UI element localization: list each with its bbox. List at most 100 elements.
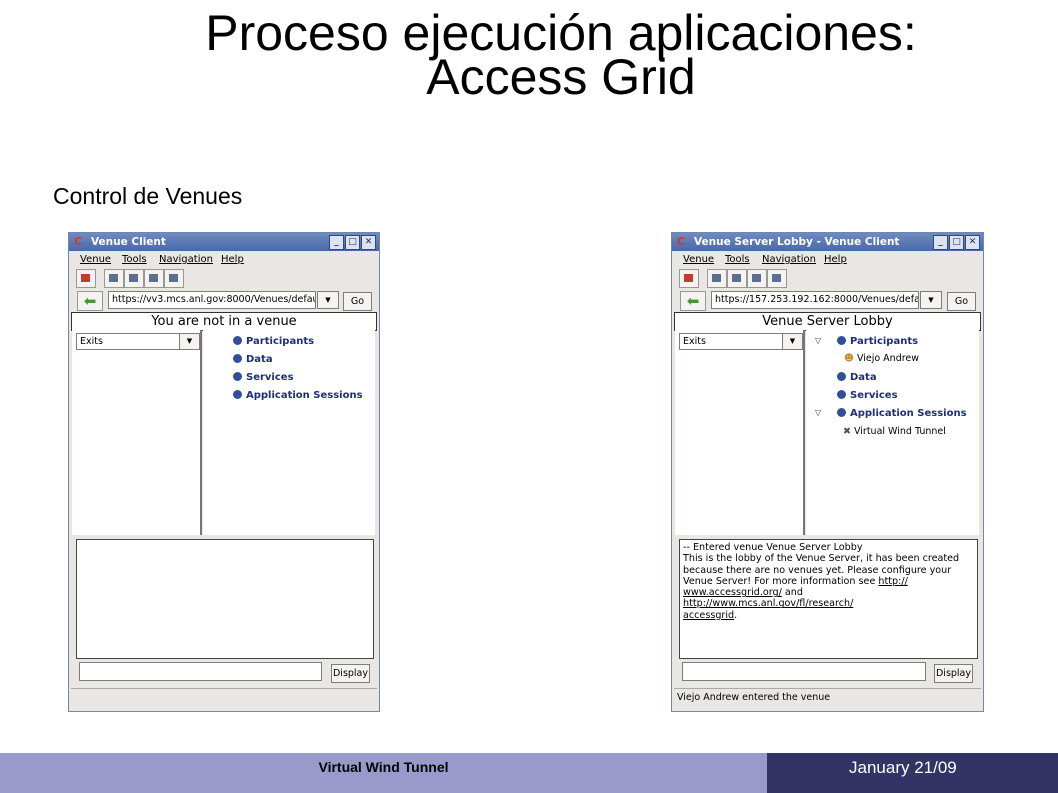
venue-url-input[interactable]: https://vv3.mcs.anl.gov:8000/Venues/defa…	[108, 291, 316, 309]
exits-dropdown-button[interactable]: ▼	[179, 333, 200, 350]
app-icon: C	[677, 235, 686, 248]
tree-participants[interactable]: Participants	[837, 336, 918, 347]
data-icon	[233, 354, 242, 363]
accessgrid-link-part1[interactable]: http://	[878, 576, 907, 587]
url-row: ⬅ https://vv3.mcs.anl.gov:8000/Venues/de…	[69, 289, 379, 311]
tree-data-label: Data	[850, 372, 877, 383]
venue-client-window: C Venue Client _ □ ✕ Venue Tools Navigat…	[68, 232, 380, 712]
display-button[interactable]: Display	[331, 664, 370, 683]
toolbar	[672, 268, 983, 288]
venue-tree-pane: ▽ Participants ☻ Viejo Andrew Data Servi…	[806, 330, 979, 535]
slide-subtitle: Control de Venues	[53, 183, 243, 209]
venue-server-lobby-window: C Venue Server Lobby - Venue Client _ □ …	[671, 232, 984, 712]
menu-venue[interactable]: Venue	[683, 254, 714, 265]
mcs-link-part1[interactable]: http://www.mcs.anl.gov/fl/research/	[683, 598, 853, 609]
close-button[interactable]: ✕	[361, 235, 376, 250]
exits-combo[interactable]: Exits	[76, 333, 181, 350]
window-titlebar[interactable]: C Venue Client _ □ ✕	[69, 233, 379, 251]
venue-url-input[interactable]: https://157.253.192.162:8000/Venues/defa	[711, 291, 919, 309]
tools-icon[interactable]	[767, 269, 787, 288]
expand-application-sessions-icon[interactable]: ▽	[815, 408, 821, 417]
url-dropdown-button[interactable]: ▼	[317, 291, 339, 309]
network-icon[interactable]	[144, 269, 164, 288]
tree-application-sessions-label: Application Sessions	[246, 390, 363, 401]
wrench-screwdriver-icon: ✖	[843, 426, 851, 437]
log-and: and	[781, 587, 803, 599]
tree-participants-label: Participants	[246, 336, 315, 347]
close-button[interactable]: ✕	[965, 235, 980, 250]
tree-data[interactable]: Data	[233, 354, 273, 365]
server-icon[interactable]	[727, 269, 747, 288]
go-button[interactable]: Go	[947, 292, 976, 311]
tree-services[interactable]: Services	[233, 372, 294, 383]
footer-title: Virtual Wind Tunnel	[318, 759, 449, 775]
tree-services-label: Services	[246, 372, 294, 383]
chat-input[interactable]	[682, 662, 926, 681]
tree-application-sessions[interactable]: Application Sessions	[233, 390, 363, 401]
minimize-button[interactable]: _	[329, 235, 344, 250]
tree-data[interactable]: Data	[837, 372, 877, 383]
status-bar	[71, 688, 377, 706]
venue-name-label: Venue Server Lobby	[674, 312, 981, 331]
accessgrid-link-part2[interactable]: www.accessgrid.org/	[683, 587, 782, 598]
menu-venue[interactable]: Venue	[80, 254, 111, 265]
menu-help[interactable]: Help	[824, 254, 847, 265]
venue-name-label: You are not in a venue	[71, 312, 377, 331]
exit-venue-icon[interactable]	[76, 269, 96, 288]
maximize-button[interactable]: □	[949, 235, 964, 250]
participants-icon	[837, 336, 846, 345]
menu-navigation[interactable]: Navigation	[762, 254, 816, 265]
server-icon[interactable]	[124, 269, 144, 288]
copy-icon[interactable]	[104, 269, 124, 288]
display-button[interactable]: Display	[934, 664, 973, 683]
exits-combo[interactable]: Exits	[679, 333, 784, 350]
services-icon	[233, 372, 242, 381]
tree-services[interactable]: Services	[837, 390, 898, 401]
back-arrow-icon[interactable]: ⬅	[680, 291, 706, 311]
participant-name: Viejo Andrew	[856, 353, 920, 364]
app-icon: C	[74, 235, 83, 248]
tools-icon[interactable]	[164, 269, 184, 288]
chat-log[interactable]: -- Entered venue Venue Server Lobby This…	[679, 539, 978, 659]
menubar: Venue Tools Navigation Help	[69, 252, 379, 268]
application-sessions-icon	[233, 390, 242, 399]
application-sessions-icon	[837, 408, 846, 417]
chat-log[interactable]	[76, 539, 374, 659]
application-item[interactable]: ✖ Virtual Wind Tunnel	[843, 426, 946, 437]
chat-input[interactable]	[79, 662, 322, 681]
participant-item[interactable]: ☻ Viejo Andrew	[844, 353, 919, 364]
footer-date: January 21/09	[849, 758, 957, 777]
exit-venue-icon[interactable]	[679, 269, 699, 288]
log-line-4: Venue Server! For more information see	[683, 575, 879, 587]
log-line-3: because there are no venues yet. Please …	[683, 564, 952, 576]
status-bar: Viejo Andrew entered the venue	[674, 688, 981, 706]
slide-footer: Virtual Wind Tunnel January 21/09	[0, 753, 1058, 793]
tree-services-label: Services	[850, 390, 898, 401]
log-end: .	[734, 609, 738, 621]
menu-tools[interactable]: Tools	[122, 254, 147, 265]
tree-participants[interactable]: Participants	[233, 336, 314, 347]
toolbar	[69, 268, 379, 288]
tree-application-sessions-label: Application Sessions	[850, 408, 967, 419]
menu-help[interactable]: Help	[221, 254, 244, 265]
network-icon[interactable]	[747, 269, 767, 288]
menu-tools[interactable]: Tools	[725, 254, 750, 265]
log-line-1: -- Entered venue Venue Server Lobby	[683, 542, 863, 553]
slide-title: Proceso ejecución aplicaciones: Access G…	[0, 8, 1058, 102]
copy-icon[interactable]	[707, 269, 727, 288]
chat-log-text: -- Entered venue Venue Server Lobby This…	[680, 540, 977, 623]
application-name: Virtual Wind Tunnel	[854, 426, 946, 437]
back-arrow-icon[interactable]: ⬅	[77, 291, 103, 311]
window-titlebar[interactable]: C Venue Server Lobby - Venue Client _ □ …	[672, 233, 983, 251]
mcs-link-part2[interactable]: accessgrid	[683, 610, 734, 621]
menu-navigation[interactable]: Navigation	[159, 254, 213, 265]
tree-participants-label: Participants	[850, 336, 919, 347]
tree-application-sessions[interactable]: Application Sessions	[837, 408, 967, 419]
go-button[interactable]: Go	[343, 292, 372, 311]
maximize-button[interactable]: □	[345, 235, 360, 250]
minimize-button[interactable]: _	[933, 235, 948, 250]
url-dropdown-button[interactable]: ▼	[920, 291, 942, 309]
exits-dropdown-button[interactable]: ▼	[782, 333, 803, 350]
expand-participants-icon[interactable]: ▽	[815, 336, 821, 345]
participants-icon	[233, 336, 242, 345]
